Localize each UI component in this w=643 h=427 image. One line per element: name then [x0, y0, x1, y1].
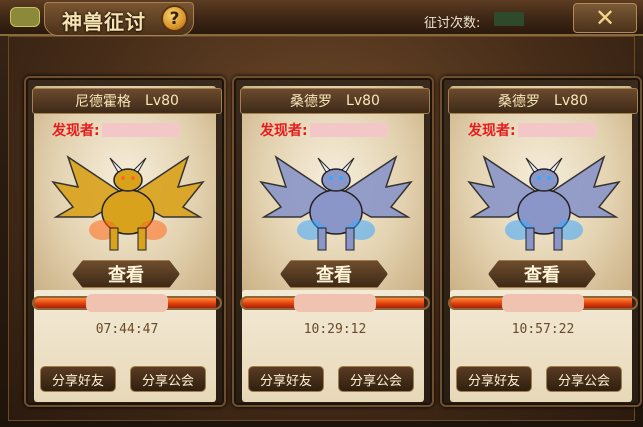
page-title: 神兽征讨 [62, 10, 146, 34]
boss-card: 桑德罗 Lv80 发现者: 查看 10:57:22 分享好友 分享公会 [440, 76, 642, 407]
question-icon: ? [169, 8, 180, 29]
finder-name [517, 123, 596, 137]
bone-dragon-icon [467, 155, 621, 251]
close-x-icon: ✕ [594, 4, 616, 32]
finder-row: 发现者: [52, 120, 180, 140]
boss-name: 桑德罗 [498, 94, 541, 110]
boss-name: 桑德罗 [290, 94, 333, 110]
finder-name [309, 123, 388, 137]
help-button[interactable]: ? [161, 5, 188, 32]
boss-name-plate: 桑德罗 Lv80 [240, 88, 430, 114]
share-friend-button[interactable]: 分享好友 [40, 366, 116, 392]
boss-name: 尼德霍格 [75, 94, 132, 110]
attack-count-value [494, 12, 524, 26]
view-button[interactable]: 查看 [488, 260, 596, 288]
finder-label: 发现者: [52, 123, 100, 139]
countdown-timer: 07:44:47 [95, 322, 159, 337]
countdown-timer: 10:29:12 [303, 322, 367, 337]
share-guild-button[interactable]: 分享公会 [338, 366, 414, 392]
finder-row: 发现者: [260, 120, 388, 140]
finder-row: 发现者: [468, 120, 596, 140]
boss-name-plate: 桑德罗 Lv80 [448, 88, 638, 114]
boss-level: Lv80 [145, 93, 179, 109]
finder-name [101, 123, 180, 137]
boss-card: 桑德罗 Lv80 发现者: 查看 10:29:12 分享好友 分享公会 [232, 76, 434, 407]
share-friend-button[interactable]: 分享好友 [456, 366, 532, 392]
attack-count-label: 征讨次数: [424, 16, 481, 31]
hp-value [294, 294, 376, 312]
header-badge-icon [10, 7, 40, 27]
countdown-timer: 10:57:22 [511, 322, 575, 337]
finder-label: 发现者: [468, 123, 516, 139]
boss-level: Lv80 [554, 93, 588, 109]
finder-label: 发现者: [260, 123, 308, 139]
close-button[interactable]: ✕ [573, 3, 637, 33]
boss-name-plate: 尼德霍格 Lv80 [32, 88, 222, 114]
share-guild-button[interactable]: 分享公会 [130, 366, 206, 392]
boss-level: Lv80 [346, 93, 380, 109]
share-friend-button[interactable]: 分享好友 [248, 366, 324, 392]
share-guild-button[interactable]: 分享公会 [546, 366, 622, 392]
boss-card: 尼德霍格 Lv80 发现者: 查看 07:44:47 分享好友 分享公会 [24, 76, 226, 407]
header-bar: 神兽征讨 ? 征讨次数: ✕ [0, 0, 643, 36]
hp-value [86, 294, 168, 312]
bone-dragon-icon [259, 155, 413, 251]
view-button[interactable]: 查看 [72, 260, 180, 288]
golden-dragon-icon [51, 155, 205, 251]
view-button[interactable]: 查看 [280, 260, 388, 288]
hp-value [502, 294, 584, 312]
